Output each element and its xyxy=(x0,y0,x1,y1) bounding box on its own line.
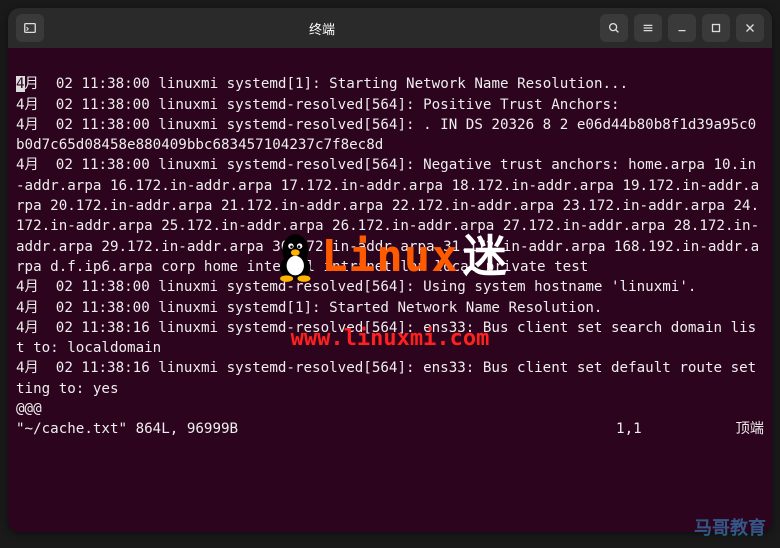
log-line: 4月 02 11:38:00 linuxmi systemd[1]: Start… xyxy=(16,300,602,316)
log-line: 4月 02 11:38:00 linuxmi systemd-resolved[… xyxy=(16,279,696,295)
hamburger-icon xyxy=(641,21,655,35)
log-line: 4月 02 11:38:16 linuxmi systemd-resolved[… xyxy=(16,320,756,356)
close-icon xyxy=(743,21,757,35)
maximize-button[interactable] xyxy=(702,14,730,42)
maximize-icon xyxy=(709,21,723,35)
cursor: 4 xyxy=(16,76,25,92)
log-line: 4月 02 11:38:00 linuxmi systemd-resolved[… xyxy=(16,157,759,274)
window-title: 终端 xyxy=(44,19,600,38)
menu-button[interactable] xyxy=(634,14,662,42)
log-line: 4月 02 11:38:00 linuxmi systemd-resolved[… xyxy=(16,117,756,153)
search-button[interactable] xyxy=(600,14,628,42)
log-line: 月 02 11:38:00 linuxmi systemd[1]: Starti… xyxy=(25,76,629,92)
vim-status-line: "~/cache.txt" 864L, 96999B 1,1 顶端 xyxy=(16,419,764,439)
terminal-output[interactable]: 4月 02 11:38:00 linuxmi systemd[1]: Start… xyxy=(8,48,772,532)
new-tab-button[interactable] xyxy=(16,14,44,42)
close-button[interactable] xyxy=(736,14,764,42)
status-file-info: "~/cache.txt" 864L, 96999B xyxy=(16,419,238,439)
terminal-window: 终端 4月 02 11:38:00 linuxmi systemd[1]: St… xyxy=(8,8,772,532)
terminal-tab-icon xyxy=(23,21,37,35)
minimize-button[interactable] xyxy=(668,14,696,42)
search-icon xyxy=(607,21,621,35)
log-line: 4月 02 11:38:16 linuxmi systemd-resolved[… xyxy=(16,360,756,396)
minimize-icon xyxy=(675,21,689,35)
status-position: 1,1 顶端 xyxy=(616,419,764,439)
log-line: 4月 02 11:38:00 linuxmi systemd-resolved[… xyxy=(16,97,620,113)
log-line: @@@ xyxy=(16,401,42,417)
titlebar: 终端 xyxy=(8,8,772,48)
